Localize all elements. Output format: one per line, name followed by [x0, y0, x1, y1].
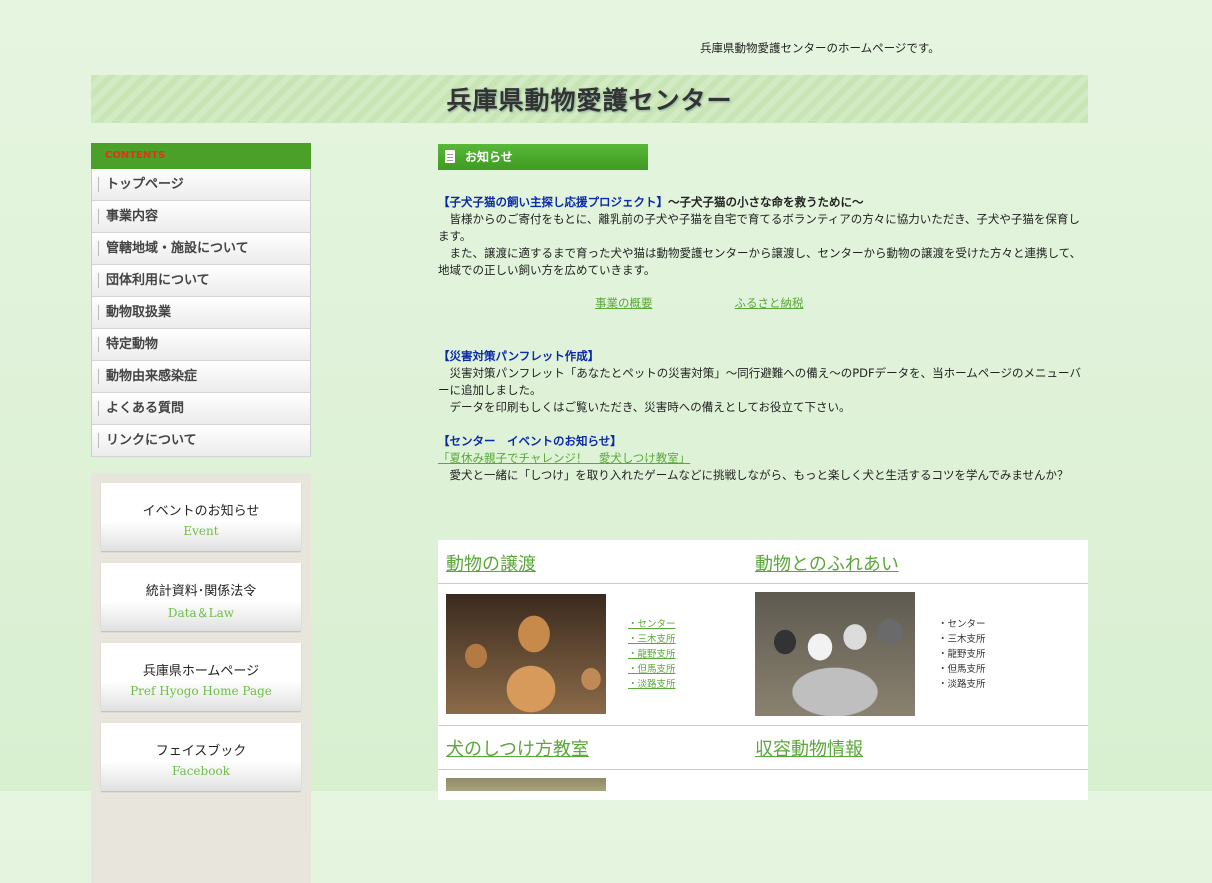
- news-project: 【子犬子猫の飼い主探し応援プロジェクト】～子犬子猫の小さな命を救うために～ 皆様…: [438, 194, 1088, 312]
- event-banner-en: Event: [183, 524, 219, 538]
- facebook-banner-jp: フェイスブック: [155, 744, 247, 759]
- interaction-branch-center: ・センター: [938, 619, 986, 630]
- adoption-branch-awaji[interactable]: ・淡路支所: [628, 677, 676, 692]
- news-event-p1: 愛犬と一緒に「しつけ」を取り入れたゲームなどに挑戦しながら、もっと楽しく犬と生活…: [449, 468, 1069, 482]
- adoption-branch-center[interactable]: ・センター: [628, 617, 676, 632]
- pref-hyogo-banner-jp: 兵庫県ホームページ: [142, 664, 260, 679]
- sidebar-item-links[interactable]: リンクについて: [92, 425, 310, 457]
- pref-hyogo-banner-en: Pref Hyogo Home Page: [130, 684, 272, 698]
- sidebar-item-animal-business[interactable]: 動物取扱業: [92, 297, 310, 329]
- grid-divider-3: [438, 769, 1088, 770]
- interaction-branch-miki: ・三木支所: [938, 634, 986, 645]
- notice-heading-label: お知らせ: [465, 150, 513, 164]
- training-title-link[interactable]: 犬のしつけ方教室: [446, 735, 589, 761]
- facebook-banner[interactable]: フェイスブック Facebook: [101, 723, 301, 791]
- sidebar-item-zoonoses[interactable]: 動物由来感染症: [92, 361, 310, 393]
- training-photo[interactable]: [446, 778, 606, 791]
- interaction-branch-tatsuno: ・龍野支所: [938, 649, 986, 660]
- grid-divider-1: [438, 583, 1088, 584]
- adoption-title-link[interactable]: 動物の譲渡: [446, 550, 536, 576]
- news-event-title: 【センター イベントのお知らせ】: [438, 434, 622, 448]
- adoption-branch-list: ・センター ・三木支所 ・龍野支所 ・但馬支所 ・淡路支所: [628, 617, 676, 692]
- section-grid: 動物の譲渡 動物とのふれあい ・センター ・三木支所 ・龍野支所 ・但馬支所 ・…: [438, 540, 1088, 800]
- header-tagline: 兵庫県動物愛護センターのホームページです。: [700, 41, 940, 55]
- document-icon: [445, 150, 455, 163]
- furusato-tax-link[interactable]: ふるさと納税: [735, 296, 804, 310]
- facebook-banner-en: Facebook: [172, 764, 230, 778]
- news-disaster: 【災害対策パンフレット作成】 災害対策パンフレット「あなたとペットの災害対策」～…: [438, 348, 1088, 416]
- sidebar-item-specified-animals[interactable]: 特定動物: [92, 329, 310, 361]
- business-overview-link[interactable]: 事業の概要: [595, 296, 653, 310]
- dogs-photo[interactable]: [446, 594, 606, 714]
- news-project-subtitle: ～子犬子猫の小さな命を救うために～: [668, 195, 864, 209]
- interaction-title-link[interactable]: 動物とのふれあい: [755, 550, 899, 576]
- news-disaster-title: 【災害対策パンフレット作成】: [438, 349, 600, 363]
- news-project-title: 【子犬子猫の飼い主探し応援プロジェクト】: [438, 195, 668, 209]
- grid-divider-2: [438, 725, 1088, 726]
- event-banner[interactable]: イベントのお知らせ Event: [101, 483, 301, 551]
- site-banner[interactable]: 兵庫県動物愛護センター: [91, 75, 1088, 123]
- event-banner-jp: イベントのお知らせ: [142, 504, 260, 519]
- main-content: お知らせ 【子犬子猫の飼い主探し応援プロジェクト】～子犬子猫の小さな命を救うため…: [438, 144, 1088, 484]
- pref-hyogo-banner[interactable]: 兵庫県ホームページ Pref Hyogo Home Page: [101, 643, 301, 711]
- interaction-branch-list: ・センター ・三木支所 ・龍野支所 ・但馬支所 ・淡路支所: [938, 617, 986, 692]
- news-project-p1: 皆様からのご寄付をもとに、離乳前の子犬や子猫を自宅で育てるボランティアの方々に協…: [438, 212, 1080, 243]
- site-title: 兵庫県動物愛護センター: [446, 86, 733, 115]
- news-disaster-p1: 災害対策パンフレット「あなたとペットの災害対策」～同行避難への備え～のPDFデー…: [438, 366, 1081, 397]
- sidebar-item-group-use[interactable]: 団体利用について: [92, 265, 310, 297]
- notice-heading: お知らせ: [438, 144, 648, 170]
- cats-photo[interactable]: [755, 592, 915, 716]
- interaction-branch-tajima: ・但馬支所: [938, 664, 986, 675]
- adoption-branch-miki[interactable]: ・三木支所: [628, 632, 676, 647]
- adoption-branch-tatsuno[interactable]: ・龍野支所: [628, 647, 676, 662]
- sidebar-item-jurisdiction[interactable]: 管轄地域・施設について: [92, 233, 310, 265]
- shelter-title-link[interactable]: 収容動物情報: [755, 735, 863, 761]
- news-disaster-p2: データを印刷もしくはご覧いただき、災害時への備えとしてお役立て下さい。: [449, 400, 851, 414]
- data-law-banner-en: Data＆Law: [167, 606, 235, 620]
- contents-heading: CONTENTS: [91, 143, 311, 169]
- data-law-banner-jp: 統計資料･関係法令: [145, 584, 257, 599]
- training-class-link[interactable]: 「夏休み親子でチャレンジ！ 愛犬しつけ教室」: [438, 451, 690, 465]
- news-project-links: 事業の概要 ふるさと納税: [595, 295, 1088, 312]
- data-law-banner[interactable]: 統計資料･関係法令 Data＆Law: [101, 563, 301, 631]
- sidebar-item-faq[interactable]: よくある質問: [92, 393, 310, 425]
- adoption-branch-tajima[interactable]: ・但馬支所: [628, 662, 676, 677]
- sidebar: CONTENTS トップページ 事業内容 管轄地域・施設について 団体利用につい…: [91, 143, 311, 883]
- news-project-p2: また、譲渡に適するまで育った犬や猫は動物愛護センターから譲渡し、センターから動物…: [438, 246, 1082, 277]
- sidebar-item-business[interactable]: 事業内容: [92, 201, 310, 233]
- news-event: 【センター イベントのお知らせ】 「夏休み親子でチャレンジ！ 愛犬しつけ教室」 …: [438, 433, 1088, 484]
- sidebar-item-top[interactable]: トップページ: [92, 169, 310, 201]
- sidebar-banners: イベントのお知らせ Event 統計資料･関係法令 Data＆Law 兵庫県ホー…: [91, 473, 311, 883]
- sidebar-menu: トップページ 事業内容 管轄地域・施設について 団体利用について 動物取扱業 特…: [91, 169, 311, 457]
- interaction-branch-awaji: ・淡路支所: [938, 679, 986, 690]
